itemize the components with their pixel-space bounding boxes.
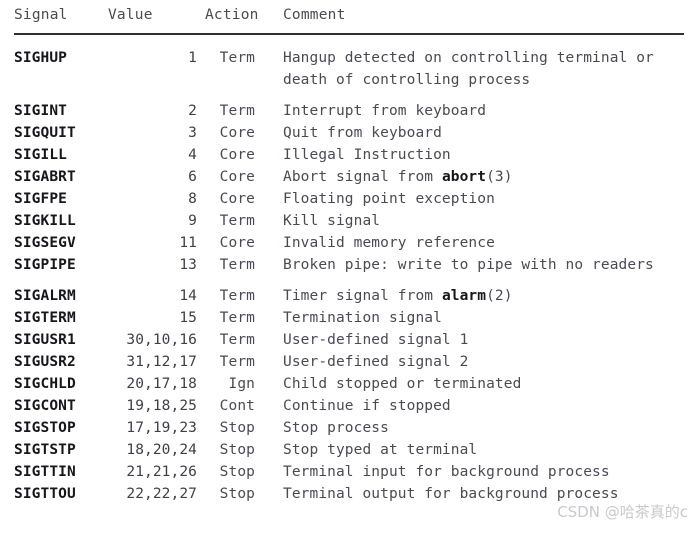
table-row: SIGQUIT 3 Core Quit from keyboard <box>0 122 698 144</box>
signal-action: Cont <box>219 398 255 414</box>
signal-action: Term <box>219 257 255 273</box>
signal-action: Term <box>219 354 255 370</box>
signal-action: Term <box>219 213 255 229</box>
signal-action: Stop <box>219 442 255 458</box>
signal-value: 18,20,24 <box>126 442 197 458</box>
signal-action: Core <box>219 169 255 185</box>
signal-comment: Kill signal <box>283 213 381 229</box>
signal-comment: User-defined signal 1 <box>283 332 469 348</box>
signal-action: Term <box>219 288 255 304</box>
table-row: SIGUSR2 31,12,17 Term User-defined signal 2 <box>0 351 698 373</box>
table-row: SIGABRT 6 Core Abort signal from abort(3) <box>0 166 698 188</box>
signal-value: 22,22,27 <box>126 486 197 502</box>
signal-value: 31,12,17 <box>126 354 197 370</box>
signal-table: Signal Value Action Comment SIGHUP 1 Term H… <box>0 0 698 502</box>
signal-comment: Stop typed at terminal <box>283 442 478 458</box>
table-row: SIGILL 4 Core Illegal Instruction <box>0 144 698 166</box>
signal-value: 15 <box>179 310 197 326</box>
signal-value: 14 <box>179 288 197 304</box>
signal-action: Stop <box>219 420 255 436</box>
signal-comment: Abort signal from abort(3) <box>283 169 513 185</box>
table-row: SIGFPE 8 Core Floating point exception <box>0 188 698 210</box>
signal-comment: User-defined signal 2 <box>283 354 469 370</box>
signal-value: 21,21,26 <box>126 464 197 480</box>
signal-action: Stop <box>219 486 255 502</box>
signal-value: 30,10,16 <box>126 332 197 348</box>
signal-action: Term <box>219 310 255 326</box>
table-row: SIGINT 2 Term Interrupt from keyboard <box>0 100 698 122</box>
table-header-row: Signal Value Action Comment <box>0 0 698 35</box>
signal-comment: Stop process <box>283 420 389 436</box>
signal-value: 17,19,23 <box>126 420 197 436</box>
table-body: SIGHUP 1 Term Hangup detected on controllin… <box>0 47 698 505</box>
signal-comment: Floating point exception <box>283 191 495 207</box>
signal-value: 4 <box>188 147 197 163</box>
signal-action: Core <box>219 147 255 163</box>
signal-comment: Invalid memory reference <box>283 235 495 251</box>
table-row: SIGPIPE 13 Term Broken pipe: write to pipe … <box>0 254 698 276</box>
table-row: SIGTSTP 18,20,24 Stop Stop typed at termina… <box>0 439 698 461</box>
column-header-comment: Comment <box>283 7 346 23</box>
table-row: SIGTERM 15 Term Termination signal <box>0 307 698 329</box>
signal-value: 8 <box>188 191 197 207</box>
signal-action: Term <box>219 103 255 119</box>
signal-comment: Hangup detected on controlling terminal … <box>283 50 654 88</box>
watermark: CSDN @哈茶真的c <box>557 503 688 521</box>
header-divider <box>14 33 684 35</box>
table-row: SIGTTOU 22,22,27 Stop Terminal output for b… <box>0 483 698 505</box>
table-row: SIGTTIN 21,21,26 Stop Terminal input for ba… <box>0 461 698 483</box>
table-row: SIGHUP 1 Term Hangup detected on controllin… <box>0 47 698 91</box>
signal-action: Core <box>219 191 255 207</box>
signal-comment: Interrupt from keyboard <box>283 103 487 119</box>
signal-comment: Illegal Instruction <box>283 147 451 163</box>
signal-value: 1 <box>188 50 197 66</box>
signal-comment: Terminal input for background process <box>283 464 610 480</box>
signal-action: Stop <box>219 464 255 480</box>
signal-value: 13 <box>179 257 197 273</box>
signal-comment: Terminal output for background process <box>283 486 619 502</box>
signal-value: 6 <box>188 169 197 185</box>
signal-comment: Continue if stopped <box>283 398 451 414</box>
signal-value: 3 <box>188 125 197 141</box>
signal-comment: Timer signal from alarm(2) <box>283 288 513 304</box>
table-row: SIGUSR1 30,10,16 Term User-defined signal 1 <box>0 329 698 351</box>
signal-value: 11 <box>179 235 197 251</box>
table-row: SIGSTOP 17,19,23 Stop Stop process <box>0 417 698 439</box>
signal-action: Core <box>219 125 255 141</box>
table-row: SIGSEGV 11 Core Invalid memory reference <box>0 232 698 254</box>
signal-action: Ign <box>228 376 255 392</box>
table-row: SIGKILL 9 Term Kill signal <box>0 210 698 232</box>
signal-action: Term <box>219 332 255 348</box>
table-row: SIGCHLD 20,17,18 Ign Child stopped or termi… <box>0 373 698 395</box>
signal-value: 20,17,18 <box>126 376 197 392</box>
signal-action: Core <box>219 235 255 251</box>
signal-comment: Child stopped or terminated <box>283 376 522 392</box>
signal-value: 19,18,25 <box>126 398 197 414</box>
signal-comment: Quit from keyboard <box>283 125 442 141</box>
column-header-action: Action <box>205 7 259 23</box>
signal-value: 9 <box>188 213 197 229</box>
table-row: SIGCONT 19,18,25 Cont Continue if stopped <box>0 395 698 417</box>
signal-comment: Termination signal <box>283 310 442 326</box>
column-header-value: Value <box>108 7 153 23</box>
signal-action: Term <box>219 50 255 66</box>
table-row: SIGALRM 14 Term Timer signal from alarm(2) <box>0 285 698 307</box>
signal-value: 2 <box>188 103 197 119</box>
signal-comment: Broken pipe: write to pipe with no reade… <box>283 257 654 273</box>
column-header-signal: Signal <box>14 7 68 23</box>
